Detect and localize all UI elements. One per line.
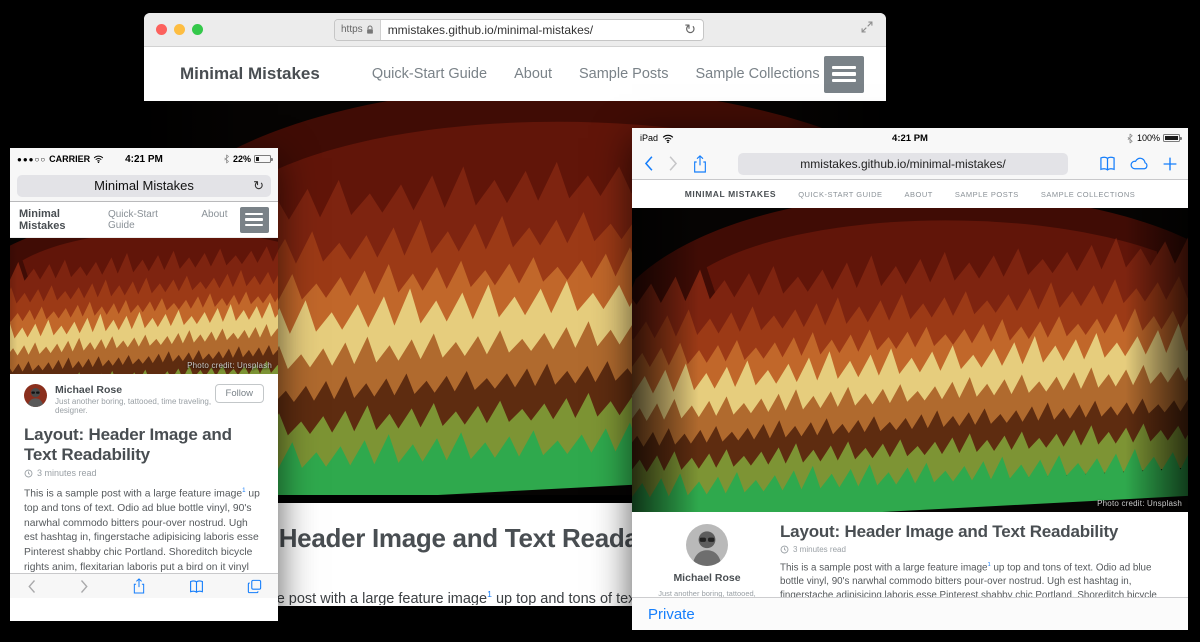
author-sidebar: Michael Rose Just another boring, tattoo…	[648, 522, 766, 597]
nav-link-sample-collections[interactable]: Sample Collections	[1041, 190, 1135, 199]
site-nav: Quick-Start Guide About Sample Posts Sam…	[372, 66, 820, 82]
bookmarks-icon[interactable]	[1098, 155, 1117, 172]
status-time: 4:21 PM	[632, 133, 1188, 144]
iphone-mockup: ●●●○○ CARRIER 4:21 PM 22% Minimal Mistak…	[10, 148, 278, 621]
back-icon[interactable]	[642, 155, 655, 172]
safari-toolbar: mmistakes.github.io/minimal-mistakes/	[632, 148, 1188, 180]
menu-toggle-button[interactable]	[824, 56, 864, 93]
nav-link-sample-collections[interactable]: Sample Collections	[695, 66, 819, 82]
header-image: Photo credit: Unsplash	[10, 238, 278, 374]
author-name: Michael Rose	[648, 572, 766, 584]
follow-button[interactable]: Follow	[215, 384, 264, 403]
url-text: mmistakes.github.io/minimal-mistakes/	[800, 157, 1005, 171]
author-bio: Just another boring, tattooed, time trav…	[55, 397, 215, 415]
photo-credit: Photo credit: Unsplash	[1097, 499, 1182, 508]
reload-icon[interactable]: ↻	[677, 21, 703, 38]
body-text: This is a sample post with a large featu…	[24, 489, 242, 500]
back-icon[interactable]	[26, 579, 37, 594]
nav-link-about[interactable]: About	[514, 66, 552, 82]
battery-percent: 22%	[233, 154, 251, 164]
author-name: Michael Rose	[55, 384, 215, 396]
iphone-status-bar: ●●●○○ CARRIER 4:21 PM 22%	[10, 148, 278, 170]
showcase-canvas: https mmistakes.github.io/minimal-mistak…	[0, 0, 1200, 642]
private-toggle[interactable]: Private	[648, 606, 695, 623]
nav-link-about[interactable]: About	[201, 209, 227, 231]
nav-link-quick-start-guide[interactable]: Quick-Start Guide	[372, 66, 487, 82]
site-title-link[interactable]: Minimal Mistakes	[180, 64, 320, 84]
ipad-status-bar: iPad 4:21 PM 100%	[632, 128, 1188, 148]
signal-dots-icon: ●●●○○	[17, 155, 46, 164]
read-time: 3 minutes read	[793, 545, 846, 554]
browser-chrome-bar: https mmistakes.github.io/minimal-mistak…	[144, 13, 886, 47]
header-image: Photo credit: Unsplash	[632, 208, 1188, 512]
site-masthead: Minimal Mistakes Quick-Start Guide About…	[144, 47, 886, 101]
nav-link-sample-posts[interactable]: Sample Posts	[579, 66, 668, 82]
photo-credit: Photo credit: Unsplash	[187, 361, 272, 370]
clock-icon	[780, 545, 789, 554]
ipad-mockup: iPad 4:21 PM 100% mmistakes.github.io/mi…	[632, 128, 1188, 630]
avatar	[686, 524, 728, 566]
site-masthead: Minimal Mistakes Quick-Start Guide About…	[632, 180, 1188, 208]
private-browsing-bar: Private	[632, 597, 1188, 630]
lock-icon	[366, 25, 374, 35]
nav-link-sample-posts[interactable]: Sample Posts	[955, 190, 1019, 199]
window-controls	[156, 24, 276, 35]
icloud-icon[interactable]	[1129, 156, 1150, 171]
body-text: This is a sample post with a large featu…	[780, 562, 987, 573]
author-row: Michael Rose Just another boring, tattoo…	[24, 384, 264, 415]
page-title: Minimal Mistakes	[94, 178, 194, 193]
bluetooth-icon	[223, 154, 230, 164]
forward-icon[interactable]	[667, 155, 680, 172]
safari-bottom-toolbar	[10, 573, 278, 598]
author-bio: Just another boring, tattooed,	[648, 589, 766, 597]
address-bar[interactable]: mmistakes.github.io/minimal-mistakes/	[738, 153, 1068, 175]
wifi-icon	[93, 155, 104, 163]
fullscreen-icon[interactable]	[860, 20, 874, 39]
url-text: mmistakes.github.io/minimal-mistakes/	[381, 23, 678, 37]
article-content: Michael Rose Just another boring, tattoo…	[632, 512, 1188, 597]
menu-toggle-button[interactable]	[240, 207, 269, 233]
site-masthead: Minimal Mistakes Quick-Start Guide About	[10, 202, 278, 238]
battery-icon	[1163, 134, 1180, 142]
carrier-label: CARRIER	[49, 154, 90, 164]
post-title: Layout: Header Image and Text Readabilit…	[24, 425, 264, 464]
close-window-button[interactable]	[156, 24, 167, 35]
minimize-window-button[interactable]	[174, 24, 185, 35]
post-meta: 3 minutes read	[24, 468, 264, 478]
post-body: This is a sample post with a large featu…	[780, 561, 1170, 597]
safari-address-row: Minimal Mistakes ↻	[10, 170, 278, 202]
share-icon[interactable]	[692, 154, 708, 174]
avatar	[24, 384, 47, 407]
clock-icon	[24, 469, 33, 478]
post-title: Layout: Header Image and Text Readabilit…	[780, 522, 1170, 542]
site-title-link[interactable]: Minimal Mistakes	[19, 208, 108, 232]
address-bar[interactable]: https mmistakes.github.io/minimal-mistak…	[334, 19, 704, 41]
battery-percent: 100%	[1137, 133, 1160, 143]
post-main: Layout: Header Image and Text Readabilit…	[766, 522, 1170, 597]
nav-link-quick-start-guide[interactable]: Quick-Start Guide	[798, 190, 882, 199]
site-title-link[interactable]: Minimal Mistakes	[685, 189, 776, 199]
nav-link-about[interactable]: About	[905, 190, 933, 199]
forward-icon[interactable]	[79, 579, 90, 594]
zoom-window-button[interactable]	[192, 24, 203, 35]
leaves-photo	[632, 208, 1188, 512]
https-badge: https	[335, 20, 381, 40]
address-bar[interactable]: Minimal Mistakes ↻	[17, 175, 271, 197]
leaves-photo	[10, 238, 278, 374]
read-time: 3 minutes read	[37, 468, 97, 478]
post-meta: 3 minutes read	[780, 545, 1170, 554]
reload-icon[interactable]: ↻	[253, 178, 264, 194]
share-icon[interactable]	[132, 577, 146, 595]
tabs-icon[interactable]	[247, 579, 262, 594]
bluetooth-icon	[1126, 133, 1134, 144]
bookmarks-icon[interactable]	[188, 579, 205, 594]
new-tab-icon[interactable]	[1162, 156, 1178, 172]
article-content: Michael Rose Just another boring, tattoo…	[10, 374, 278, 598]
https-label: https	[341, 24, 363, 35]
battery-icon	[254, 155, 271, 163]
nav-link-quick-start-guide[interactable]: Quick-Start Guide	[108, 209, 185, 231]
